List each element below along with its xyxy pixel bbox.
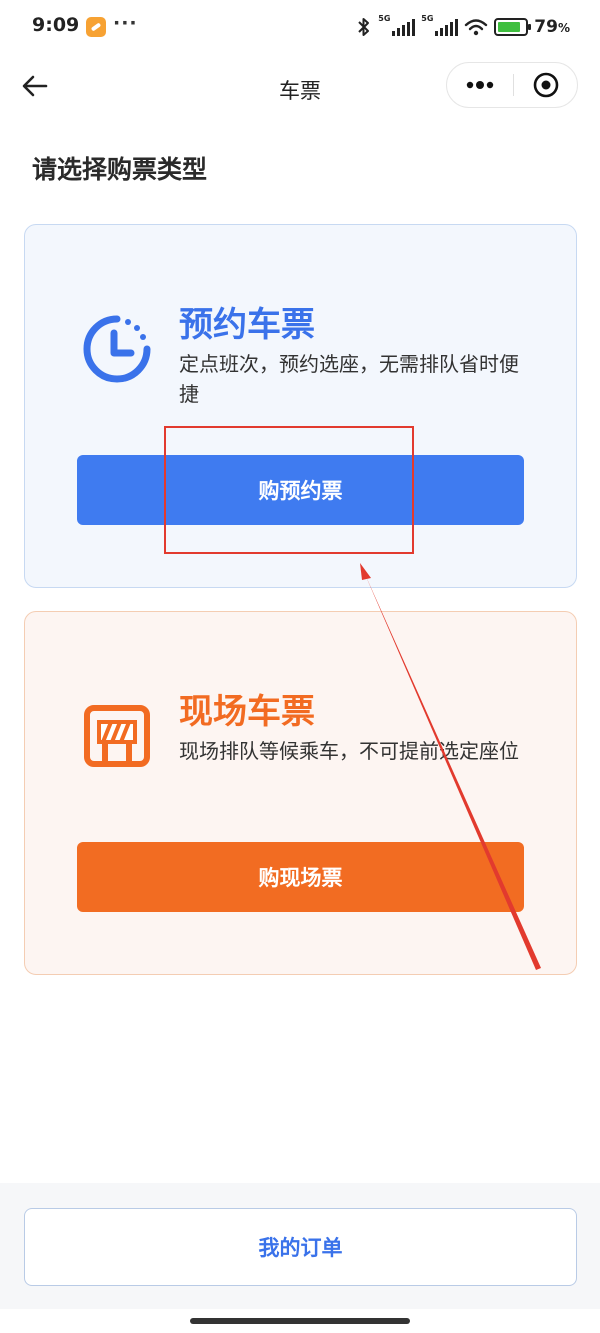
clock-icon (83, 315, 151, 383)
reserve-ticket-description: 定点班次，预约选座，无需排队省时便捷 (179, 352, 519, 406)
signal-icon-2: 5G (421, 14, 459, 36)
wifi-icon (465, 19, 488, 36)
home-indicator (190, 1318, 410, 1324)
status-more-dots: ··· (113, 12, 138, 34)
more-button[interactable] (447, 63, 513, 107)
footer-bar: 我的订单 (0, 1183, 600, 1309)
target-close-icon (533, 72, 559, 98)
bluetooth-icon (358, 18, 370, 36)
buy-onsite-ticket-button[interactable]: 购现场票 (77, 842, 524, 912)
section-heading: 请选择购票类型 (32, 155, 208, 184)
signal-icon-1: 5G (378, 14, 416, 36)
my-orders-button[interactable]: 我的订单 (24, 1208, 577, 1286)
status-indicators: 5G 5G 79% (356, 14, 570, 40)
battery-icon (494, 18, 532, 36)
status-bar: 9:09 ··· 5G 5G 79% (0, 0, 600, 56)
onsite-ticket-card: 现场车票 现场排队等候乘车，不可提前选定座位 购现场票 (24, 611, 577, 975)
app-notification-icon (86, 17, 106, 37)
battery-percent: 79% (534, 17, 570, 37)
status-time: 9:09 (32, 14, 80, 36)
onsite-ticket-description: 现场排队等候乘车，不可提前选定座位 (179, 739, 519, 763)
reserve-ticket-title: 预约车票 (179, 305, 315, 345)
close-miniprogram-button[interactable] (514, 63, 578, 107)
annotation-highlight-box (164, 426, 414, 554)
nav-bar: 车票 (0, 56, 600, 118)
barrier-icon (84, 705, 150, 767)
miniprogram-capsule (446, 62, 578, 108)
more-dots-icon (466, 81, 494, 89)
onsite-ticket-title: 现场车票 (179, 692, 315, 732)
